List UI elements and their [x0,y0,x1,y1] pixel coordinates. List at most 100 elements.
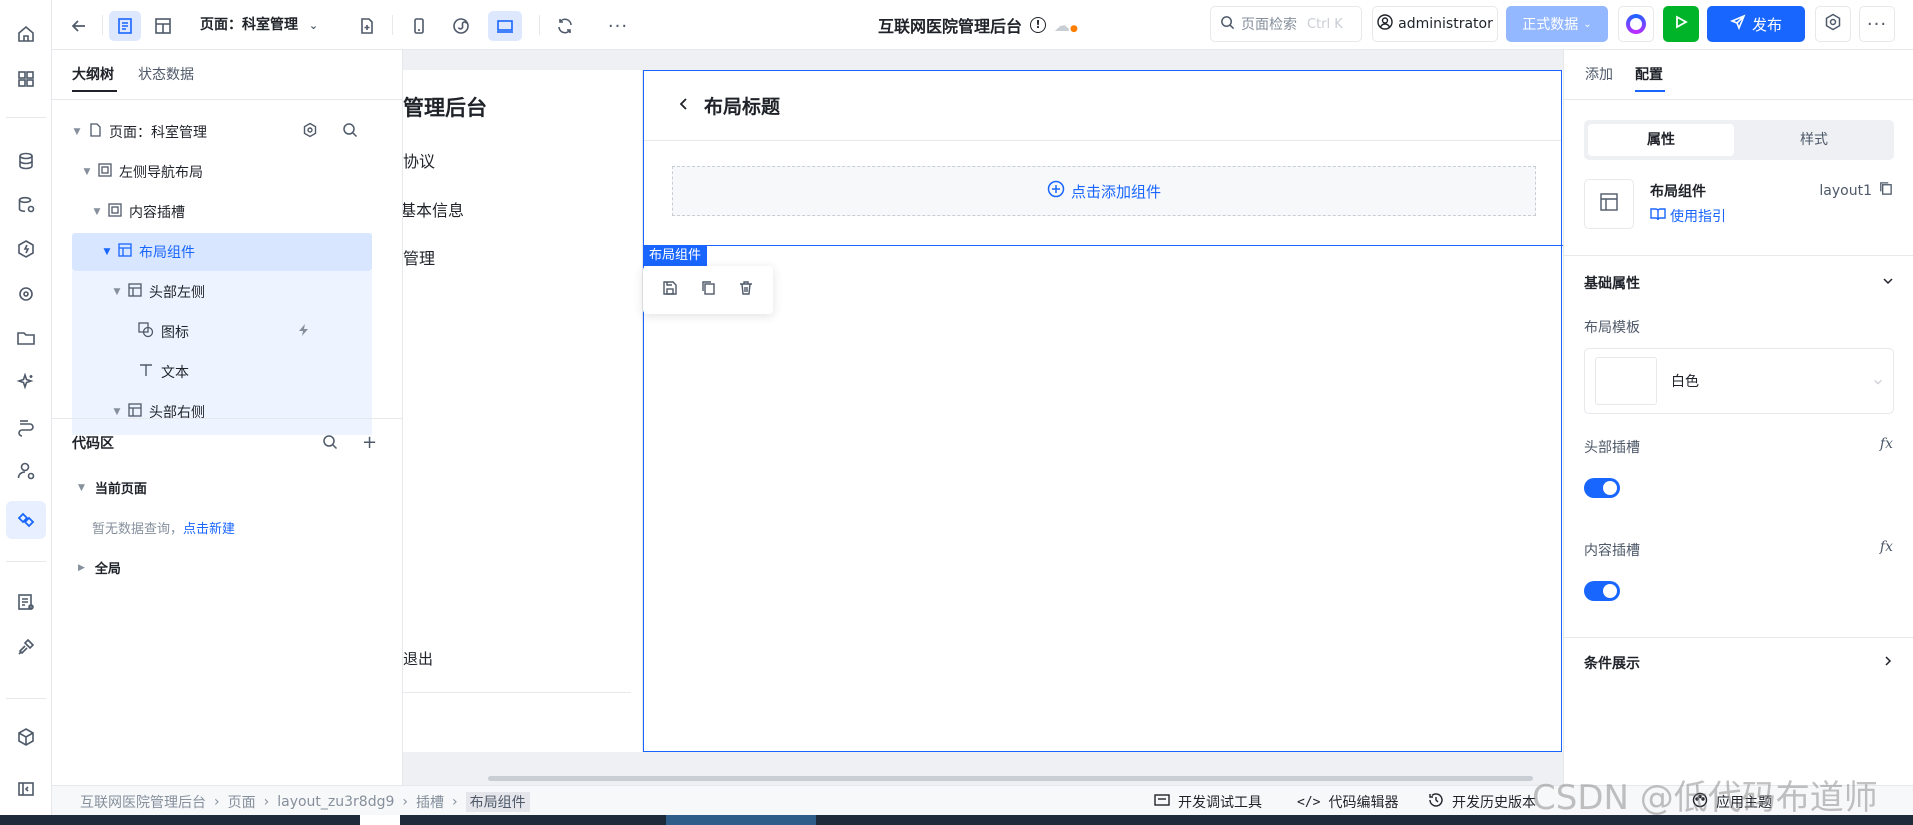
expression-fx-icon[interactable]: fx [1880,539,1893,555]
basic-props-header[interactable]: 基础属性 [1584,268,1894,298]
breadcrumb-current[interactable]: 布局组件 [465,792,530,812]
workflow-icon[interactable] [6,275,46,313]
copy-id-icon[interactable] [1878,181,1893,200]
info-icon[interactable]: ! [1030,17,1047,33]
tab-config[interactable]: 配置 [1635,64,1663,84]
back-arrow-icon[interactable] [64,11,94,41]
tree-node-icon[interactable]: 图标 [72,313,372,351]
run-preview-button[interactable] [1663,6,1699,42]
caret-down-icon[interactable]: ▼ [72,127,82,137]
lightning-icon[interactable] [297,323,311,341]
more-menu-icon[interactable]: ··· [1859,6,1895,42]
apps-grid-icon[interactable] [6,60,46,98]
mobile-device-icon[interactable] [404,11,434,41]
condition-display-header[interactable]: 条件展示 [1584,648,1894,678]
user-avatar-icon [1377,14,1393,34]
settings-button[interactable] [1815,6,1851,42]
menu-item-basic-info[interactable]: 基本信息 [403,197,464,221]
create-query-link[interactable]: 点击新建 [183,522,235,537]
caret-down-icon[interactable]: ▼ [112,407,122,417]
mini-program-icon[interactable] [446,11,476,41]
tree-node-left-nav-layout[interactable]: ▼ 左侧导航布局 [72,153,372,191]
tab-add[interactable]: 添加 [1585,64,1613,84]
tree-search-icon[interactable] [342,122,358,142]
database-icon[interactable] [6,142,46,180]
collapse-sidebar-icon[interactable] [6,770,46,808]
page-search-input[interactable]: 页面检索 Ctrl K [1210,6,1362,42]
segment-style[interactable]: 样式 [1739,124,1889,156]
chevron-down-icon [1882,275,1894,291]
tree-node-layout-component[interactable]: ▼ 布局组件 [72,233,372,271]
ai-sparkle-icon[interactable] [6,363,46,401]
chevron-down-icon: ⌄ [1583,18,1592,30]
usage-guide-link[interactable]: 使用指引 [1650,206,1726,226]
save-icon[interactable] [662,280,678,300]
breadcrumb-layout[interactable]: layout_zu3r8dg9 [277,794,394,810]
plugin-icon[interactable] [6,628,46,666]
more-options-icon[interactable]: ··· [603,11,633,41]
caret-down-icon[interactable]: ▼ [112,287,122,297]
menu-item-management[interactable]: 管理 [403,245,435,269]
logic-icon[interactable] [6,230,46,268]
add-icon[interactable]: + [362,432,377,453]
page-selector[interactable]: 页面：科室管理 ⌄ [200,14,318,34]
content-slot-toggle[interactable] [1584,581,1620,601]
database-settings-icon[interactable] [6,186,46,224]
publish-button[interactable]: 发布 [1707,6,1805,42]
breadcrumb-separator-icon: › [451,794,458,810]
layout-view-icon[interactable] [148,11,178,41]
node-settings-icon[interactable] [302,122,318,142]
copy-icon[interactable] [700,280,716,300]
tree-node-page[interactable]: ▼ 页面：科室管理 [72,113,372,151]
ai-assistant-button[interactable] [1618,6,1654,42]
canvas-scrollbar[interactable] [488,776,1533,781]
refresh-icon[interactable] [550,11,580,41]
new-page-icon[interactable] [352,11,382,41]
tree-node-content-slot[interactable]: ▼ 内容插槽 [72,193,372,231]
search-shortcut: Ctrl K [1307,16,1343,32]
expression-fx-icon[interactable]: fx [1880,436,1893,452]
selection-label: 布局组件 [643,246,708,266]
code-editor-label: 代码编辑器 [1328,795,1399,811]
page-view-icon[interactable] [109,11,141,41]
integration-icon[interactable] [6,408,46,446]
data-env-select[interactable]: 正式数据 ⌄ [1506,6,1608,42]
user-settings-icon[interactable] [6,452,46,490]
header-slot-toggle[interactable] [1584,478,1620,498]
tab-outline-tree[interactable]: 大纲树 [72,64,114,84]
code-brackets-icon: </> [1297,794,1321,810]
segment-properties[interactable]: 属性 [1588,124,1734,156]
logout-link[interactable]: 退出 [403,648,433,669]
layout-template-select[interactable]: 白色 [1584,348,1894,414]
tree-node-header-left[interactable]: ▼ 头部左侧 [72,273,372,311]
code-current-page[interactable]: ▼ 当前页面 [78,478,147,497]
caret-down-icon[interactable]: ▼ [82,167,92,177]
caret-down-icon[interactable]: ▼ [92,207,102,217]
delete-icon[interactable] [738,280,754,300]
menu-item-agreement[interactable]: 协议 [403,148,435,172]
breadcrumb-slot[interactable]: 插槽 [416,792,444,812]
log-icon[interactable] [6,583,46,621]
breadcrumb-app[interactable]: 互联网医院管理后台 [80,792,206,812]
tab-state-data[interactable]: 状态数据 [138,64,194,84]
low-code-icon[interactable] [6,501,46,539]
code-search-icon[interactable] [322,434,338,454]
home-icon[interactable] [6,15,46,53]
caret-down-icon[interactable]: ▼ [102,247,112,257]
cube-icon[interactable] [6,718,46,756]
breadcrumb-page[interactable]: 页面 [228,792,256,812]
code-editor-button[interactable]: </> 代码编辑器 [1297,792,1398,812]
desktop-device-icon[interactable] [488,11,522,41]
folder-icon[interactable] [6,319,46,357]
dev-tools-button[interactable]: 开发调试工具 [1154,792,1262,812]
page-selector-label: 页面：科室管理 [200,17,298,33]
usage-guide-label: 使用指引 [1670,209,1726,225]
tree-node-header-right[interactable]: ▼ 头部右侧 [72,395,372,425]
history-button[interactable]: 开发历史版本 [1428,792,1536,812]
layout-template-value: 白色 [1671,374,1699,390]
tree-node-label: 内容插槽 [129,205,185,221]
code-global[interactable]: ▶ 全局 [78,558,121,577]
tree-node-text[interactable]: 文本 [72,353,372,391]
user-menu[interactable]: administrator [1372,6,1498,42]
container-icon [98,163,112,181]
